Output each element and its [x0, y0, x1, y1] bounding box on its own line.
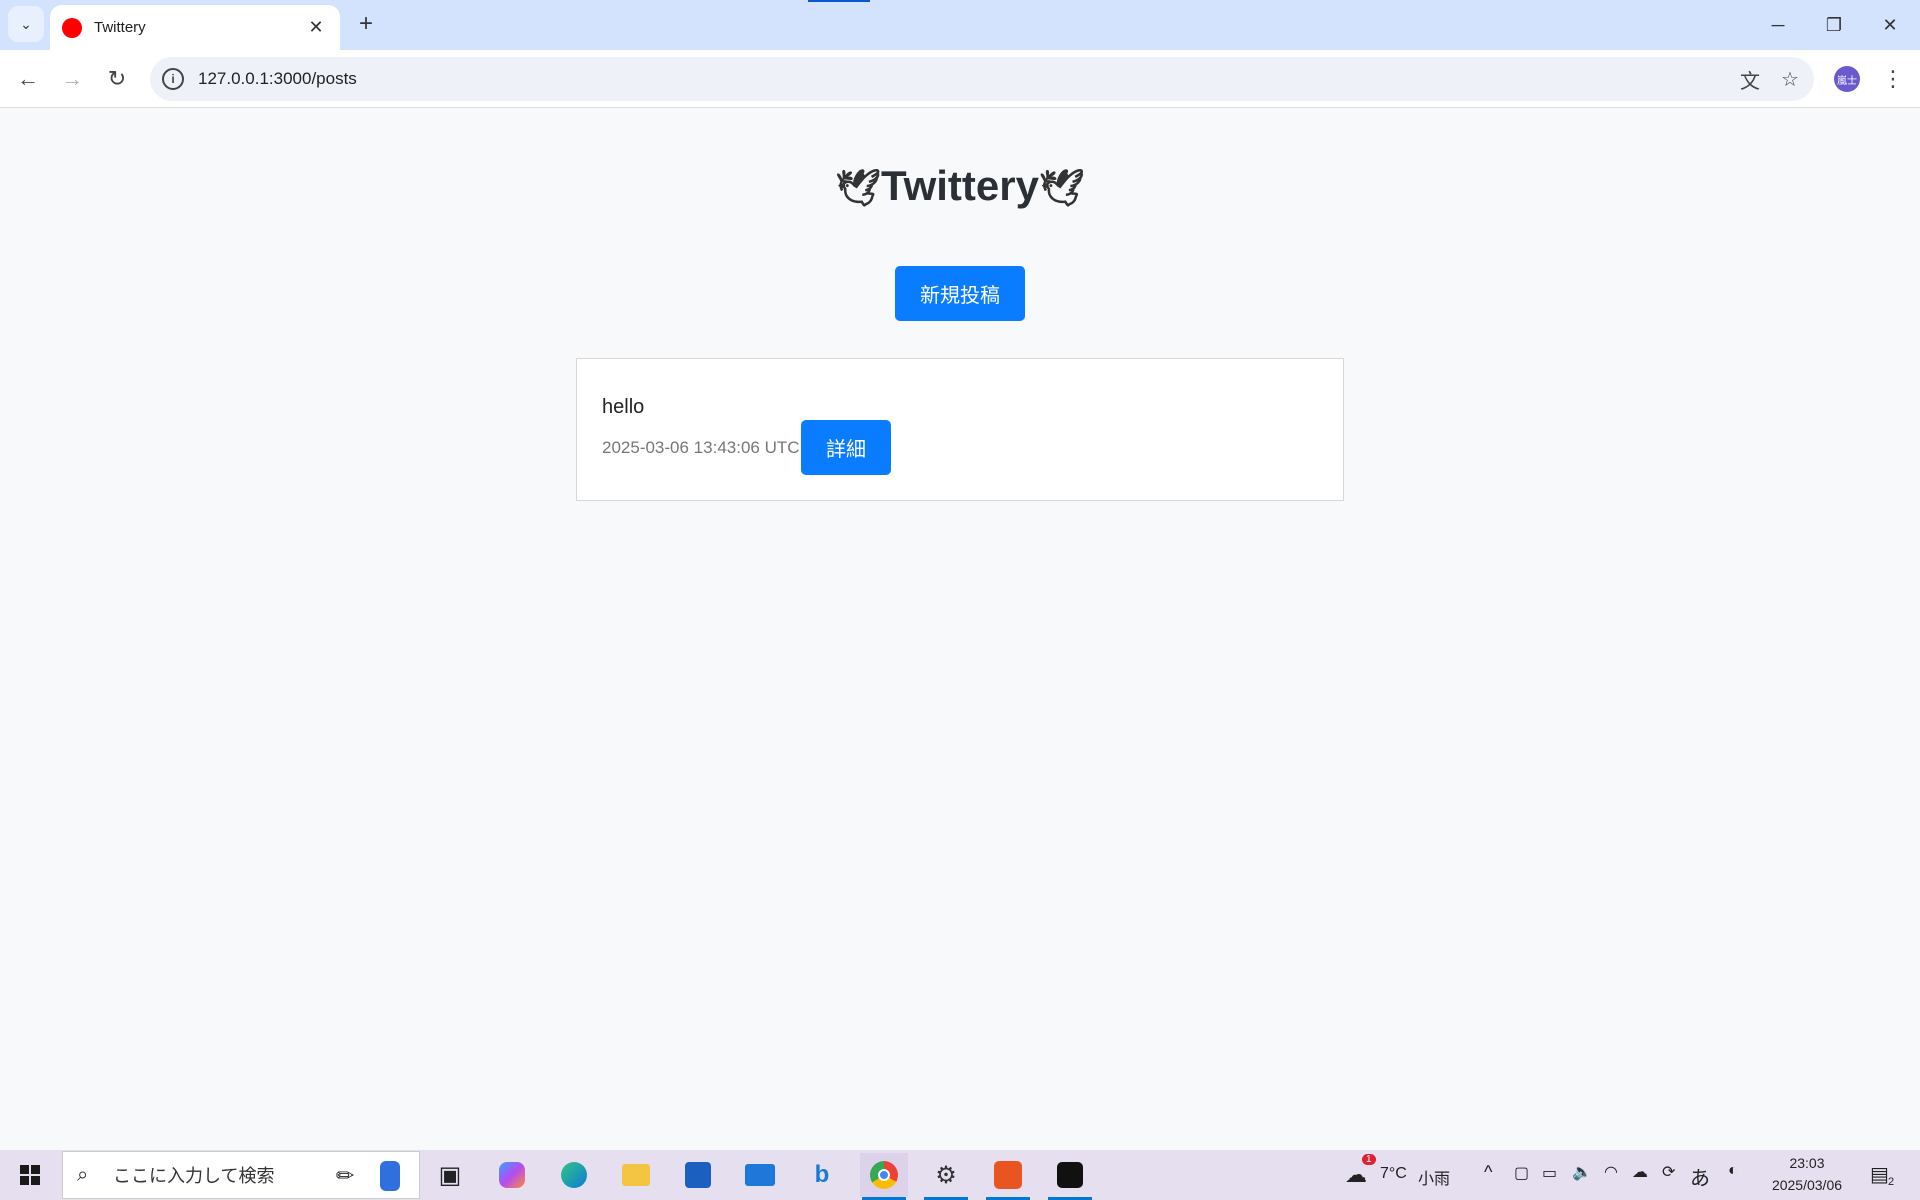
- terminal-app-icon[interactable]: [1046, 1153, 1094, 1200]
- tab-title: Twittery: [94, 19, 146, 36]
- post-timestamp: 2025-03-06 13:43:06 UTC: [602, 438, 800, 457]
- taskbar: ⌕ ここに入力して検索 ✏ ▣ b ⚙ ☁ 1 7°C 小雨 ^ ▢ ▭ 🔈 ◠…: [0, 1150, 1920, 1200]
- notification-icon[interactable]: ▤: [1870, 1162, 1889, 1187]
- tab-search-chevron-icon[interactable]: ⌄: [8, 6, 44, 42]
- window-close-icon[interactable]: ✕: [1862, 0, 1918, 50]
- edge-icon[interactable]: [550, 1153, 598, 1197]
- pencil-icon: ✏: [335, 1163, 355, 1188]
- copilot-icon[interactable]: [488, 1153, 536, 1197]
- meet-now-icon[interactable]: ▢: [1514, 1163, 1529, 1183]
- browser-tabstrip: ⌄ Twittery ✕ + ─ ❐ ✕: [0, 0, 1920, 50]
- dove-icon: 🕊: [1038, 167, 1085, 208]
- restore-icon[interactable]: ❐: [1806, 0, 1862, 50]
- url-text[interactable]: 127.0.0.1:3000/posts: [198, 69, 1734, 89]
- new-tab-plus-icon[interactable]: +: [352, 10, 380, 38]
- search-icon: ⌕: [77, 1163, 89, 1186]
- focus-icon[interactable]: ◐: [1728, 1162, 1738, 1180]
- sync-icon[interactable]: ⟳: [1662, 1162, 1675, 1182]
- search-placeholder: ここに入力して検索: [113, 1166, 275, 1187]
- wifi-icon[interactable]: ◠: [1604, 1162, 1618, 1182]
- translate-icon[interactable]: 文: [1734, 63, 1766, 95]
- tray-chevron-icon[interactable]: ^: [1484, 1162, 1492, 1183]
- backpack-icon: [380, 1161, 401, 1191]
- page-title-text: Twittery: [881, 162, 1039, 209]
- taskbar-search-box[interactable]: ⌕ ここに入力して検索 ✏: [62, 1151, 420, 1199]
- chrome-icon[interactable]: [860, 1153, 908, 1200]
- ime-indicator[interactable]: あ: [1690, 1162, 1710, 1191]
- clock-date: 2025/03/06: [1771, 1177, 1843, 1193]
- weather-temp[interactable]: 7°C: [1380, 1165, 1407, 1183]
- store-icon[interactable]: [674, 1153, 722, 1197]
- minimize-icon[interactable]: ─: [1750, 0, 1806, 50]
- bookmark-star-icon[interactable]: ☆: [1774, 63, 1806, 95]
- tab-close-icon[interactable]: ✕: [304, 16, 328, 40]
- mail-icon[interactable]: [736, 1153, 784, 1197]
- windows-logo-icon: [20, 1165, 40, 1185]
- tab-strip-indicator: [808, 0, 870, 2]
- weather-badge: 1: [1362, 1154, 1376, 1165]
- back-arrow-icon[interactable]: ←: [10, 61, 46, 97]
- post-card: hello 2025-03-06 13:43:06 UTC 詳細: [576, 358, 1344, 501]
- clock-time: 23:03: [1789, 1155, 1825, 1171]
- search-highlight-image: ✏: [323, 1158, 413, 1194]
- post-content: hello: [602, 396, 645, 418]
- detail-button[interactable]: 詳細: [801, 420, 891, 475]
- ubuntu-icon[interactable]: [984, 1153, 1032, 1200]
- bing-icon[interactable]: b: [798, 1153, 846, 1197]
- dove-icon: 🕊: [835, 167, 882, 208]
- new-post-button[interactable]: 新規投稿: [895, 266, 1025, 321]
- browser-menu-icon[interactable]: ⋮: [1878, 62, 1908, 96]
- taskbar-clock[interactable]: 23:03 2025/03/06: [1762, 1152, 1852, 1196]
- favicon-icon: [62, 17, 82, 38]
- battery-icon[interactable]: ▭: [1542, 1163, 1557, 1183]
- browser-toolbar: ← → ↻ i 127.0.0.1:3000/posts 文 ☆ 嵐士 ⋮: [0, 50, 1920, 108]
- reload-icon[interactable]: ↻: [99, 61, 135, 97]
- settings-gear-icon[interactable]: ⚙: [922, 1153, 970, 1200]
- file-explorer-icon[interactable]: [612, 1153, 660, 1197]
- volume-icon[interactable]: 🔈: [1572, 1162, 1592, 1182]
- page-title: 🕊Twittery🕊: [0, 162, 1920, 210]
- weather-text[interactable]: 小雨: [1418, 1165, 1450, 1189]
- address-bar[interactable]: i 127.0.0.1:3000/posts 文 ☆: [150, 57, 1814, 101]
- browser-tab[interactable]: Twittery ✕: [50, 5, 340, 50]
- site-info-icon[interactable]: i: [162, 68, 184, 90]
- notification-count: 2: [1888, 1176, 1895, 1188]
- task-view-icon[interactable]: ▣: [426, 1153, 474, 1197]
- forward-arrow-icon[interactable]: →: [54, 61, 90, 97]
- onedrive-cloud-icon[interactable]: ☁: [1632, 1162, 1648, 1182]
- start-button[interactable]: [0, 1150, 60, 1200]
- profile-avatar[interactable]: 嵐士: [1834, 66, 1860, 92]
